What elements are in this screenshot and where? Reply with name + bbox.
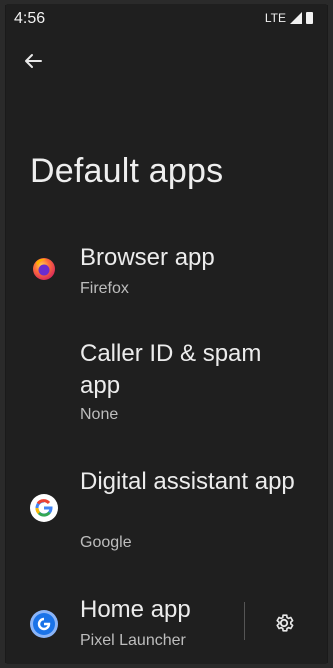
browser-app-value: Firefox: [80, 280, 129, 297]
home-app-settings-button[interactable]: [270, 609, 298, 637]
status-time: 4:56: [14, 10, 46, 27]
back-arrow-icon: [25, 54, 42, 68]
settings-screen: 4:56 LTE Default apps Browser app Firefo…: [6, 4, 327, 664]
browser-app-label: Browser app: [80, 244, 215, 271]
caller-id-spam-app-label: Caller ID & spam app: [80, 340, 262, 399]
digital-assistant-app-item[interactable]: Digital assistant app Google: [6, 462, 327, 562]
network-type: LTE: [264, 11, 286, 25]
google-icon: [30, 494, 58, 522]
digital-assistant-app-label: Digital assistant app: [80, 468, 295, 495]
gear-icon: [276, 614, 294, 632]
battery-icon: [306, 12, 313, 24]
page-title: Default apps: [30, 152, 224, 190]
caller-id-spam-app-item[interactable]: Caller ID & spam app None: [6, 334, 327, 434]
home-app-divider: [244, 602, 245, 640]
caller-id-spam-app-value: None: [80, 406, 119, 423]
firefox-icon: [33, 258, 55, 280]
home-app-label: Home app: [80, 596, 191, 623]
browser-app-item[interactable]: Browser app Firefox: [6, 236, 327, 304]
pixel-launcher-icon: [30, 610, 58, 638]
home-app-item[interactable]: Home app Pixel Launcher: [6, 590, 236, 660]
status-icons: LTE: [265, 11, 313, 25]
home-app-value: Pixel Launcher: [80, 632, 186, 649]
signal-icon: [290, 12, 302, 24]
digital-assistant-app-value: Google: [80, 534, 132, 551]
status-bar: 4:56 LTE: [6, 4, 327, 34]
back-button[interactable]: [20, 48, 46, 74]
